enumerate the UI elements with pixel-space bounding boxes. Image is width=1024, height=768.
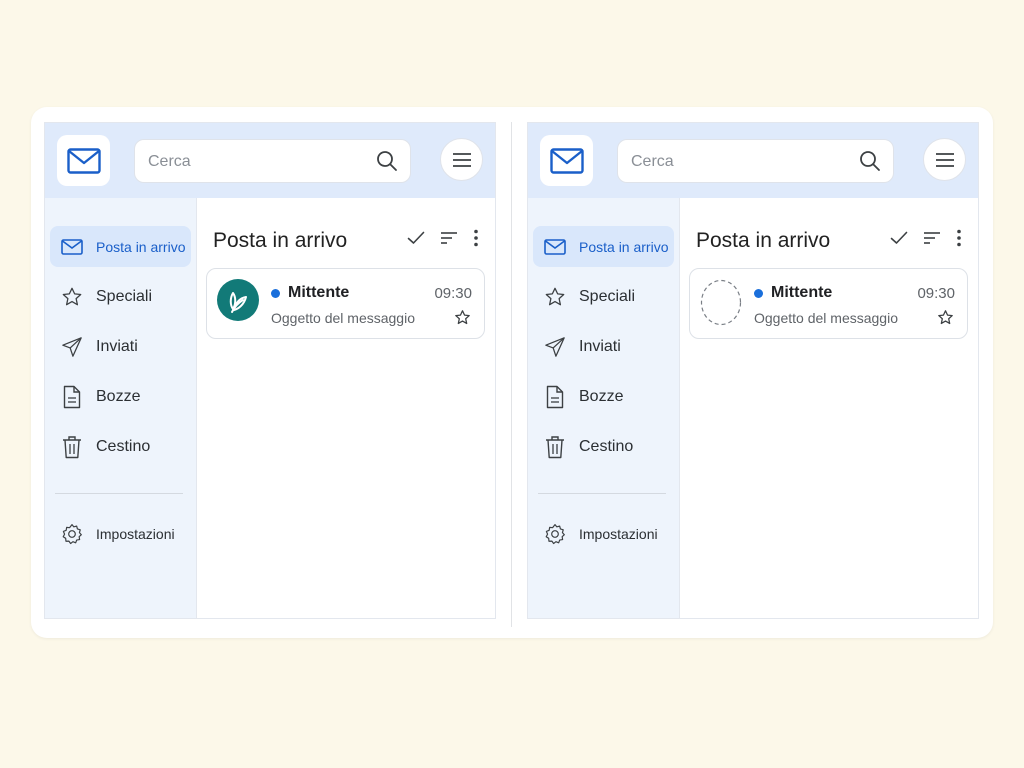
mail-app-panel-left: Cerca Posta in arrivo Speciali Inviati B… (44, 122, 496, 619)
message-item[interactable]: Mittente 09:30 Oggetto del messaggio (689, 268, 968, 339)
sidebar: Posta in arrivo Speciali Inviati Bozze C… (45, 198, 197, 618)
app-header: Cerca (528, 123, 978, 198)
inbox-pane: Posta in arrivo Mittente 09:30 Oggetto d… (198, 198, 495, 618)
gear-icon (59, 521, 84, 546)
search-placeholder: Cerca (631, 153, 674, 170)
message-subject: Oggetto del messaggio (754, 310, 898, 326)
trash-icon (542, 434, 567, 459)
sidebar-divider (538, 493, 666, 494)
select-all-button[interactable] (406, 228, 426, 248)
star-icon[interactable] (454, 309, 471, 326)
sidebar-item-sent[interactable]: Inviati (533, 326, 674, 367)
sidebar-item-settings[interactable]: Impostazioni (533, 513, 674, 554)
search-input[interactable]: Cerca (617, 139, 894, 183)
avatar-placeholder (700, 279, 742, 326)
sidebar-item-inbox[interactable]: Posta in arrivo (533, 226, 674, 267)
sidebar-divider (55, 493, 183, 494)
sidebar-item-label: Bozze (579, 388, 624, 405)
unread-dot (754, 289, 763, 298)
draft-icon (59, 384, 84, 409)
hamburger-icon (935, 152, 954, 167)
message-item[interactable]: Mittente 09:30 Oggetto del messaggio (206, 268, 485, 339)
star-icon (59, 284, 84, 309)
mail-logo[interactable] (540, 135, 593, 186)
sidebar-item-settings[interactable]: Impostazioni (50, 513, 191, 554)
star-icon[interactable] (937, 309, 954, 326)
app-header: Cerca (45, 123, 495, 198)
message-sender: Mittente (288, 284, 350, 301)
search-input[interactable]: Cerca (134, 139, 411, 183)
sidebar-item-label: Inviati (96, 338, 138, 355)
send-icon (542, 334, 567, 359)
sort-icon (924, 232, 940, 244)
sidebar-item-label: Posta in arrivo (96, 239, 186, 255)
sidebar-item-trash[interactable]: Cestino (50, 426, 191, 467)
sidebar: Posta in arrivo Speciali Inviati Bozze C… (528, 198, 680, 618)
search-placeholder: Cerca (148, 153, 191, 170)
sidebar-item-label: Speciali (579, 288, 636, 305)
inbox-pane: Posta in arrivo Mittente 09:30 Oggetto d… (681, 198, 978, 618)
message-time: 09:30 (434, 285, 472, 302)
page-title: Posta in arrivo (213, 229, 348, 252)
more-vertical-icon (957, 229, 961, 247)
more-vertical-icon (474, 229, 478, 247)
sidebar-item-label: Posta in arrivo (579, 239, 669, 255)
trash-icon (59, 434, 84, 459)
unread-dot (271, 289, 280, 298)
sidebar-item-label: Cestino (579, 438, 634, 455)
leaf-icon (229, 292, 247, 313)
sidebar-item-inbox[interactable]: Posta in arrivo (50, 226, 191, 267)
check-icon (890, 231, 908, 244)
more-options-button[interactable] (466, 228, 486, 248)
mail-logo[interactable] (57, 135, 110, 186)
message-time: 09:30 (917, 285, 955, 302)
sidebar-item-drafts[interactable]: Bozze (533, 376, 674, 417)
page-title: Posta in arrivo (696, 229, 831, 252)
sidebar-item-label: Speciali (96, 288, 153, 305)
draft-icon (542, 384, 567, 409)
send-icon (59, 334, 84, 359)
sidebar-item-label: Impostazioni (579, 526, 658, 542)
sidebar-item-starred[interactable]: Speciali (533, 276, 674, 317)
sort-button[interactable] (439, 228, 459, 248)
center-divider (511, 122, 512, 627)
hamburger-icon (452, 152, 471, 167)
search-icon (377, 151, 397, 171)
message-sender: Mittente (771, 284, 833, 301)
mail-icon (59, 234, 84, 259)
more-options-button[interactable] (949, 228, 969, 248)
menu-button[interactable] (440, 138, 483, 181)
check-icon (407, 231, 425, 244)
message-subject: Oggetto del messaggio (271, 310, 415, 326)
sort-icon (441, 232, 457, 244)
mail-app-panel-right: Cerca Posta in arrivo Speciali Inviati B… (527, 122, 979, 619)
star-icon (542, 284, 567, 309)
mail-logo-icon (549, 147, 584, 174)
sidebar-item-label: Impostazioni (96, 526, 175, 542)
sidebar-item-label: Inviati (579, 338, 621, 355)
search-icon (860, 151, 880, 171)
mail-logo-icon (66, 147, 101, 174)
sidebar-item-label: Cestino (96, 438, 151, 455)
sidebar-item-label: Bozze (96, 388, 141, 405)
menu-button[interactable] (923, 138, 966, 181)
sidebar-item-drafts[interactable]: Bozze (50, 376, 191, 417)
sort-button[interactable] (922, 228, 942, 248)
gear-icon (542, 521, 567, 546)
sidebar-item-trash[interactable]: Cestino (533, 426, 674, 467)
select-all-button[interactable] (889, 228, 909, 248)
avatar (217, 279, 259, 321)
sidebar-item-sent[interactable]: Inviati (50, 326, 191, 367)
mail-icon (542, 234, 567, 259)
sidebar-item-starred[interactable]: Speciali (50, 276, 191, 317)
